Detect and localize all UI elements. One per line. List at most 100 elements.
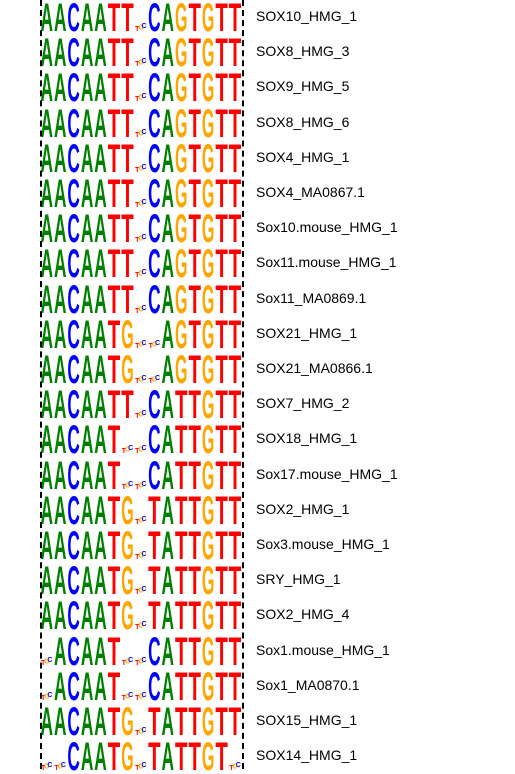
- logo-letter-t: T: [215, 493, 227, 528]
- logo-letter-t: T: [229, 563, 241, 598]
- logo-letter-a: A: [41, 35, 53, 70]
- sequence-logo: AACAATTTGCCAGTGTT: [28, 106, 256, 141]
- logo-letter-a: A: [41, 387, 53, 422]
- logo-letter-a: A: [81, 669, 93, 704]
- logo-letter-g: G: [175, 106, 187, 141]
- logo-letter-a: A: [54, 70, 66, 105]
- logo-letter-a: A: [81, 141, 93, 176]
- logo-letter-a: A: [54, 0, 66, 35]
- motif-name-label: Sox17.mouse_HMG_1: [256, 465, 398, 482]
- motif-row: A A C A A T T T G C C A G T G T T Sox10.mouse_HMG_1: [0, 211, 515, 246]
- sequence-logo-graphic: TGC A C A A T TGC TGC C A T T G T T: [41, 669, 241, 704]
- logo-letter-c: C: [67, 634, 79, 669]
- logo-letter-g: G: [121, 317, 133, 352]
- logo-letter-a: A: [162, 387, 174, 422]
- logo-letter-t: T: [229, 0, 241, 35]
- logo-letter-g: G: [175, 317, 187, 352]
- logo-letter-c: C: [67, 563, 79, 598]
- logo-letter-g: G: [175, 211, 187, 246]
- sequence-logo-graphic: TGC A C A A T TGC TGC C A T T G T T: [41, 634, 241, 669]
- logo-letter-g: G: [202, 176, 214, 211]
- sequence-logo-graphic: A A C A A T TGC TGC C A T T G T T: [41, 422, 242, 457]
- motif-name-label: Sox11.mouse_HMG_1: [256, 254, 397, 271]
- logo-letter-c: C: [148, 106, 160, 141]
- logo-letter-t: T: [188, 35, 200, 70]
- motif-row: A A C A A T G T G C T G C A G T G T T SOX21_HMG_1: [0, 317, 515, 352]
- logo-letter-a: A: [162, 0, 174, 35]
- logo-letter-t: T: [215, 106, 227, 141]
- logo-letter-t: T: [229, 70, 241, 105]
- logo-letter-a: A: [54, 317, 66, 352]
- logo-letter-minor: C: [142, 727, 147, 734]
- motif-row: A A C A A T T T G C C A G T G T T SOX4_MA0867.1: [0, 176, 515, 211]
- sequence-logo-graphic: A A C A A T TGC TGC C A T T G T T: [41, 458, 242, 493]
- logo-letter-a: A: [81, 211, 93, 246]
- logo-letter-a: A: [41, 246, 53, 281]
- logo-letter-a: A: [162, 282, 174, 317]
- sequence-logo: AACAATGTGCTGCAGTGTT: [28, 317, 256, 352]
- sequence-logo: AACAATTTGCCAGTGTT: [28, 35, 256, 70]
- sequence-logo-graphic: A A C A A T T TGC C A G T G T T: [41, 211, 242, 246]
- logo-letter-t: T: [175, 704, 187, 739]
- logo-letter-t: T: [229, 634, 241, 669]
- motif-row: T G C A C A A T T G C T G C C A T T G T T Sox1_MA0870.1: [0, 669, 515, 704]
- logo-letter-minor: C: [142, 23, 147, 30]
- motif-name-label: SOX9_HMG_5: [256, 78, 350, 95]
- logo-letter-a: A: [54, 352, 66, 387]
- logo-letter-minor: C: [128, 692, 133, 699]
- logo-letter-c: C: [67, 141, 79, 176]
- logo-letter-a: A: [162, 70, 174, 105]
- logo-letter-t: T: [121, 141, 133, 176]
- logo-letter-minor: C: [61, 762, 66, 769]
- logo-letter-t: T: [188, 70, 200, 105]
- motif-logo-stack: A A C A A T T T G C C A G T G T T SOX10_HMG_1 A A C A A T T T G C C A…: [0, 0, 515, 774]
- logo-letter-g: G: [202, 352, 214, 387]
- logo-letter-g: G: [202, 317, 214, 352]
- motif-name-label: SOX7_HMG_2: [256, 395, 350, 412]
- logo-letter-t: T: [108, 563, 120, 598]
- motif-row: A A C A A T T T G C C A G T G T T SOX9_HMG_5: [0, 70, 515, 105]
- logo-letter-a: A: [94, 352, 106, 387]
- motif-name-label: SOX15_HMG_1: [256, 712, 358, 728]
- logo-letter-t: T: [188, 106, 200, 141]
- logo-letter-a: A: [162, 563, 174, 598]
- sequence-logo-graphic: A A C A A T T TGC C A G T G T T: [41, 0, 242, 35]
- logo-letter-t: T: [121, 211, 133, 246]
- sequence-logo-graphic: A A C A A T T TGC C A G T G T T: [41, 176, 242, 211]
- logo-letter-a: A: [41, 211, 53, 246]
- logo-letter-t: T: [108, 106, 120, 141]
- logo-letter-a: A: [54, 598, 66, 633]
- motif-row: T G C A C A A T T G C T G C C A T T G T T Sox1.mouse_HMG_1: [0, 634, 515, 669]
- logo-letter-g: G: [121, 598, 133, 633]
- logo-letter-minor: C: [142, 586, 147, 593]
- logo-letter-t: T: [175, 634, 187, 669]
- logo-letter-a: A: [41, 704, 53, 739]
- logo-letter-a: A: [94, 704, 106, 739]
- logo-letter-a: A: [41, 0, 53, 35]
- motif-row: A A C A A T T G C T G C C A T T G T T Sox17.mouse_HMG_1: [0, 458, 515, 493]
- sequence-logo-graphic: A A C A A T T TGC C A G T G T T: [41, 246, 242, 281]
- logo-letter-t: T: [188, 317, 200, 352]
- logo-letter-a: A: [54, 387, 66, 422]
- motif-name-label: SOX4_HMG_1: [256, 148, 350, 165]
- logo-letter-a: A: [54, 458, 66, 493]
- logo-letter-t: T: [148, 704, 160, 739]
- logo-letter-t: T: [108, 317, 120, 352]
- logo-letter-t: T: [188, 563, 200, 598]
- logo-letter-c: C: [148, 422, 160, 457]
- alignment-start-divider: [40, 0, 42, 769]
- alignment-end-divider: [242, 0, 244, 769]
- logo-letter-c: C: [148, 141, 160, 176]
- logo-letter-a: A: [94, 211, 106, 246]
- logo-letter-t: T: [188, 246, 200, 281]
- logo-letter-a: A: [94, 141, 106, 176]
- logo-letter-t: T: [121, 387, 133, 422]
- logo-letter-a: A: [41, 563, 53, 598]
- logo-letter-minor: C: [47, 762, 52, 769]
- logo-letter-c: C: [67, 176, 79, 211]
- logo-letter-a: A: [94, 317, 106, 352]
- logo-letter-c: C: [148, 211, 160, 246]
- logo-letter-g: G: [121, 563, 133, 598]
- logo-letter-a: A: [94, 458, 106, 493]
- logo-letter-a: A: [162, 458, 174, 493]
